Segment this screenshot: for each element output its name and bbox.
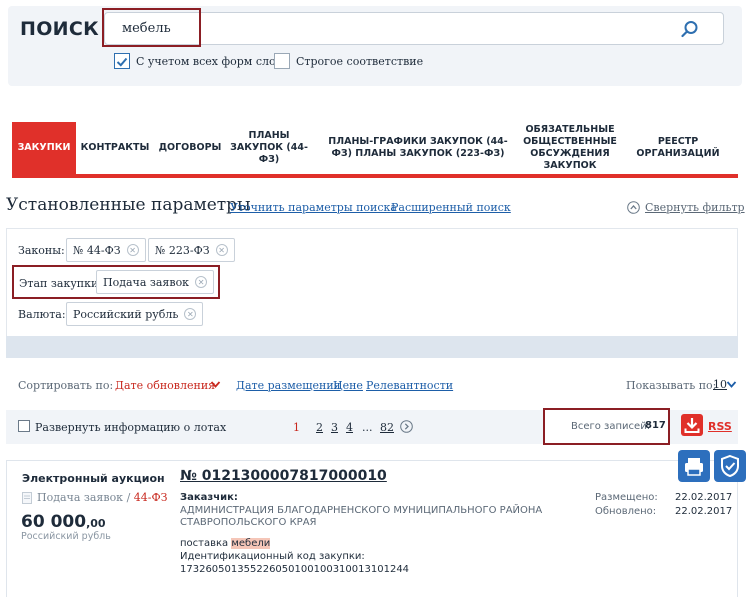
chevron-up-icon[interactable]: [627, 201, 640, 214]
sort-label: Сортировать по:: [18, 379, 114, 392]
sort-by-placed[interactable]: Дате размещения: [236, 379, 341, 392]
purchase-type: Электронный аукцион: [22, 472, 165, 485]
subject-highlight: мебели: [231, 538, 271, 549]
shield-check-icon: [721, 454, 739, 478]
total-value: 817: [645, 420, 666, 431]
stage-label: Этап закупки:: [19, 277, 103, 290]
stage-text: Подача заявок: [37, 491, 124, 504]
purchase-number-link[interactable]: № 0121300007817000010: [180, 468, 387, 484]
purchase-price: 60 000,00: [21, 512, 106, 532]
law-chip-44[interactable]: № 44-ФЗ ✕: [66, 238, 146, 262]
tab-contracts[interactable]: КОНТРАКТЫ: [78, 122, 152, 174]
price-main: 60 000: [21, 512, 87, 532]
placed-label: Размещено:: [595, 492, 658, 503]
subject-text: поставка: [180, 538, 229, 549]
page-ellipsis: ...: [362, 421, 373, 434]
page-2[interactable]: 2: [316, 421, 323, 434]
law-chip-223[interactable]: № 223-ФЗ ✕: [148, 238, 235, 262]
id-code-label: Идентификационный код закупки:: [180, 551, 365, 562]
page-4[interactable]: 4: [346, 421, 353, 434]
updated-date: 22.02.2017: [675, 506, 733, 517]
print-icon: [685, 458, 703, 476]
chip-label: № 44-ФЗ: [73, 243, 121, 257]
close-icon[interactable]: ✕: [126, 244, 139, 256]
stage-separator: /: [126, 491, 131, 504]
tab-organizations-registry[interactable]: РЕЕСТР ОРГАНИЗАЦИЙ: [630, 122, 726, 174]
chip-label: Подача заявок: [103, 275, 190, 289]
protection-button[interactable]: [714, 450, 746, 482]
refine-search-link[interactable]: Уточнить параметры поиска: [230, 201, 397, 214]
strict-checkbox[interactable]: [274, 53, 290, 69]
currency-chip[interactable]: Российский рубль ✕: [66, 302, 204, 326]
page-size-label: Показывать по:: [626, 379, 717, 392]
page-title: ПОИСК: [20, 18, 99, 40]
price-currency: Российский рубль: [21, 531, 111, 542]
law-text: 44-ФЗ: [133, 491, 168, 504]
chevron-down-icon[interactable]: [210, 380, 221, 389]
placed-date: 22.02.2017: [675, 492, 733, 503]
stage-chip[interactable]: Подача заявок ✕: [96, 270, 215, 294]
tab-purchase-plans[interactable]: ПЛАНЫ ЗАКУПОК (44-ФЗ): [228, 122, 310, 174]
page-size-select[interactable]: 10: [713, 378, 727, 391]
advanced-search-link[interactable]: Расширенный поиск: [391, 201, 511, 214]
strict-checkbox-label[interactable]: Строгое соответствие: [296, 55, 423, 68]
search-icon[interactable]: [681, 20, 699, 38]
customer-label: Заказчик:: [180, 492, 238, 503]
page-1[interactable]: 1: [293, 421, 300, 434]
download-button[interactable]: [681, 414, 703, 436]
price-fraction: ,00: [86, 517, 106, 530]
filter-title: Установленные параметры: [6, 195, 251, 215]
tab-agreements[interactable]: ДОГОВОРЫ: [156, 122, 224, 174]
sort-by-updated[interactable]: Дате обновления: [115, 379, 215, 392]
page-3[interactable]: 3: [331, 421, 338, 434]
tab-public-discussions[interactable]: ОБЯЗАТЕЛЬНЫЕ ОБЩЕСТВЕННЫЕ ОБСУЖДЕНИЯ ЗАК…: [520, 122, 620, 174]
tab-schedule-plans[interactable]: ПЛАНЫ-ГРАФИКИ ЗАКУПОК (44-ФЗ) ПЛАНЫ ЗАКУ…: [320, 122, 516, 174]
expand-lots-label[interactable]: Развернуть информацию о лотах: [35, 421, 226, 434]
tab-purchases[interactable]: ЗАКУПКИ: [12, 122, 76, 174]
morph-checkbox-label[interactable]: С учетом всех форм слов: [136, 55, 282, 68]
checkmark-icon: [116, 57, 128, 67]
sort-by-relevance[interactable]: Релевантности: [366, 379, 453, 392]
updated-label: Обновлено:: [595, 506, 657, 517]
print-button[interactable]: [678, 450, 710, 482]
purchase-stage: Подача заявок / 44-ФЗ: [37, 491, 167, 504]
download-icon: [684, 418, 700, 433]
sort-by-price[interactable]: Цене: [333, 379, 363, 392]
currency-label: Валюта:: [18, 308, 66, 321]
document-icon: [22, 492, 32, 504]
close-icon[interactable]: ✕: [215, 244, 228, 256]
expand-lots-checkbox[interactable]: [18, 420, 30, 432]
rss-link[interactable]: RSS: [708, 420, 732, 433]
laws-label: Законы:: [18, 244, 65, 257]
purchase-subject: поставка мебели: [180, 538, 271, 549]
chip-label: Российский рубль: [73, 307, 179, 321]
chevron-down-icon[interactable]: [726, 380, 737, 389]
search-annotation-box: [102, 8, 201, 47]
total-label: Всего записей:: [571, 421, 651, 432]
close-icon[interactable]: ✕: [184, 308, 197, 320]
id-code-value: 173260501355226050100100310013101244: [180, 564, 410, 575]
chip-label: № 223-ФЗ: [155, 243, 210, 257]
customer-name-line1[interactable]: АДМИНИСТРАЦИЯ БЛАГОДАРНЕНСКОГО МУНИЦИПАЛ…: [180, 505, 542, 516]
filter-panel-footer: [6, 336, 738, 358]
collapse-filter-link[interactable]: Свернуть фильтр: [645, 201, 745, 214]
customer-name-line2[interactable]: СТАВРОПОЛЬСКОГО КРАЯ: [180, 517, 316, 528]
page-82[interactable]: 82: [380, 421, 394, 434]
morph-checkbox[interactable]: [114, 53, 130, 69]
close-icon[interactable]: ✕: [195, 276, 208, 288]
chevron-right-icon[interactable]: [400, 420, 413, 433]
